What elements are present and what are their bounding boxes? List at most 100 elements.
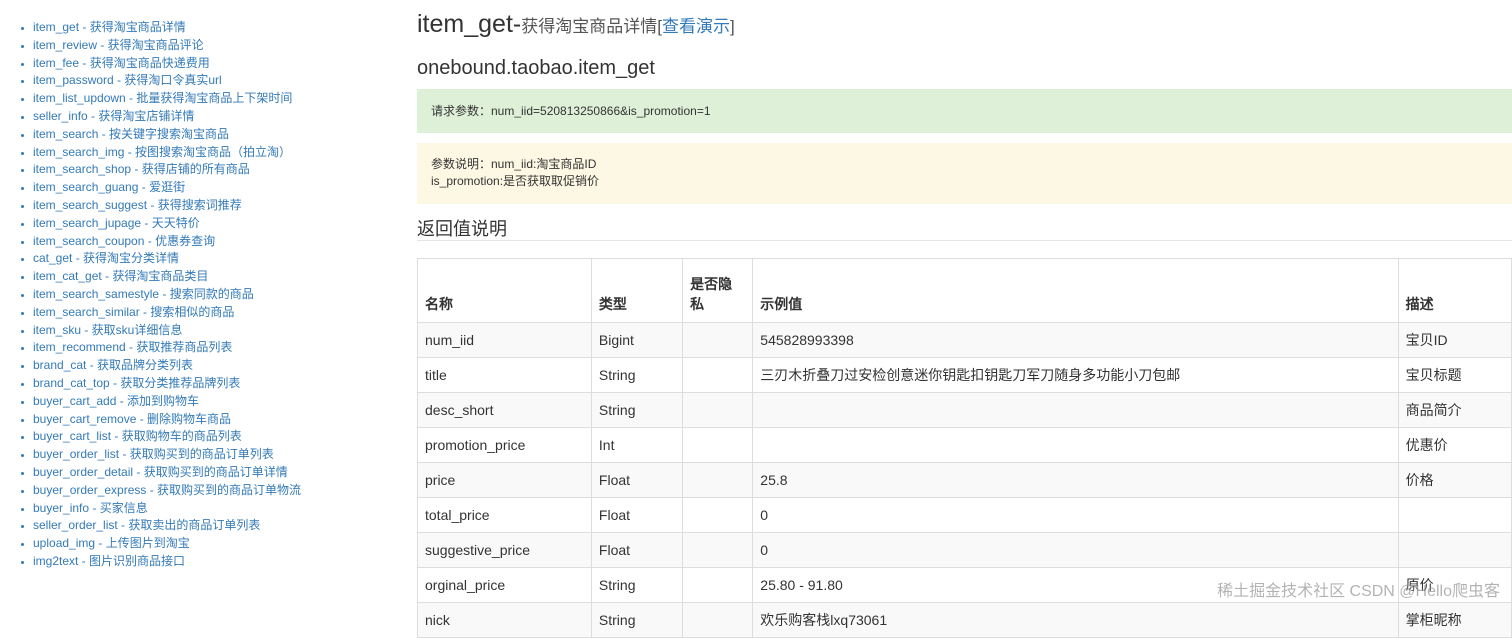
sidebar-link[interactable]: buyer_cart_list - 获取购物车的商品列表	[33, 429, 242, 443]
sidebar-link[interactable]: img2text - 图片识别商品接口	[33, 554, 185, 568]
sidebar-link[interactable]: seller_order_list - 获取卖出的商品订单列表	[33, 518, 260, 532]
sidebar-link[interactable]: item_list_updown - 批量获得淘宝商品上下架时间	[33, 91, 292, 105]
sidebar-link[interactable]: brand_cat_top - 获取分类推荐品牌列表	[33, 376, 240, 390]
sidebar-item: brand_cat - 获取品牌分类列表	[33, 357, 400, 375]
sidebar-link[interactable]: buyer_order_list - 获取购买到的商品订单列表	[33, 447, 274, 461]
table-cell: 0	[752, 532, 1399, 568]
sidebar-link[interactable]: buyer_order_detail - 获取购买到的商品订单详情	[33, 465, 288, 479]
table-cell: String	[590, 392, 684, 428]
sidebar-link[interactable]: item_review - 获得淘宝商品评论	[33, 38, 204, 52]
table-cell: 掌柜昵称	[1397, 602, 1512, 638]
sidebar-item: buyer_cart_list - 获取购物车的商品列表	[33, 428, 400, 446]
column-header: 是否隐私	[682, 258, 754, 323]
table-cell: 欢乐购客栈lxq73061	[752, 602, 1399, 638]
table-cell: Float	[590, 462, 684, 498]
heading-divider	[417, 240, 1512, 241]
sidebar-link[interactable]: item_search_img - 按图搜索淘宝商品（拍立淘）	[33, 145, 291, 159]
sidebar-link[interactable]: item_search_jupage - 天天特价	[33, 216, 200, 230]
sidebar-item: buyer_order_list - 获取购买到的商品订单列表	[33, 446, 400, 464]
table-row: title String 三刃木折叠刀过安检创意迷你钥匙扣钥匙刀军刀随身多功能小刀包…	[417, 357, 1512, 393]
sidebar-item: item_search_guang - 爱逛街	[33, 179, 400, 197]
sidebar-link[interactable]: item_get - 获得淘宝商品详情	[33, 20, 186, 34]
table-cell: 优惠价	[1397, 427, 1512, 463]
sidebar-item: item_cat_get - 获得淘宝商品类目	[33, 268, 400, 286]
table-header-row: 名称 类型 是否隐私 示例值 描述	[417, 258, 1512, 323]
table-cell: String	[590, 567, 684, 603]
sidebar-link[interactable]: upload_img - 上传图片到淘宝	[33, 536, 190, 550]
sidebar-link[interactable]: item_search_coupon - 优惠券查询	[33, 234, 215, 248]
sidebar-link[interactable]: item_fee - 获得淘宝商品快递费用	[33, 56, 210, 70]
table-cell: 25.8	[752, 462, 1399, 498]
sidebar-link[interactable]: buyer_info - 买家信息	[33, 501, 148, 515]
page-title-subtitle: 获得淘宝商品详情	[521, 17, 658, 36]
table-cell: 545828993398	[752, 322, 1399, 358]
request-params-box: 请求参数：num_iid=520813250866&is_promotion=1	[417, 89, 1512, 133]
sidebar-link[interactable]: seller_info - 获得淘宝店铺详情	[33, 109, 194, 123]
sidebar-item: item_get - 获得淘宝商品详情	[33, 19, 400, 37]
params-description-line: 参数说明：num_iid:淘宝商品ID	[431, 157, 597, 171]
sidebar-link[interactable]: item_password - 获得淘口令真实url	[33, 73, 222, 87]
bracket-close: ]	[729, 17, 735, 36]
sidebar-link[interactable]: item_cat_get - 获得淘宝商品类目	[33, 269, 208, 283]
column-header: 名称	[417, 258, 592, 323]
api-list: item_get - 获得淘宝商品详情 item_review - 获得淘宝商品评…	[0, 19, 400, 571]
sidebar-link[interactable]: buyer_order_express - 获取购买到的商品订单物流	[33, 483, 301, 497]
table-cell: desc_short	[417, 392, 592, 428]
sidebar-link[interactable]: brand_cat - 获取品牌分类列表	[33, 358, 193, 372]
sidebar-link[interactable]: item_recommend - 获取推荐商品列表	[33, 340, 232, 354]
sidebar-item: upload_img - 上传图片到淘宝	[33, 535, 400, 553]
table-cell: num_iid	[417, 322, 592, 358]
table-row: total_price Float 0	[417, 497, 1512, 533]
table-cell: Float	[590, 497, 684, 533]
sidebar-link[interactable]: item_search_guang - 爱逛街	[33, 180, 185, 194]
sidebar-item: buyer_cart_remove - 删除购物车商品	[33, 411, 400, 429]
page-title-main: item_get-	[417, 10, 522, 38]
table-cell: Int	[590, 427, 684, 463]
sidebar-link[interactable]: cat_get - 获得淘宝分类详情	[33, 251, 179, 265]
sidebar-item: buyer_info - 买家信息	[33, 500, 400, 518]
sidebar-link[interactable]: item_search_similar - 搜索相似的商品	[33, 305, 234, 319]
watermark: 稀土掘金技术社区 CSDN @Hello爬虫客	[1217, 583, 1500, 600]
view-demo-link[interactable]: 查看演示	[662, 17, 730, 36]
table-cell: 宝贝ID	[1397, 322, 1512, 358]
sidebar-link[interactable]: item_search_samestyle - 搜索同款的商品	[33, 287, 254, 301]
sidebar-link[interactable]: item_sku - 获取sku详细信息	[33, 323, 182, 337]
table-cell: title	[417, 357, 592, 393]
table-cell: String	[590, 357, 684, 393]
page-title: item_get-获得淘宝商品详情[查看演示]	[417, 10, 735, 39]
table-cell: 价格	[1397, 462, 1512, 498]
table-cell	[752, 392, 1399, 428]
sidebar-item: cat_get - 获得淘宝分类详情	[33, 250, 400, 268]
table-cell	[682, 532, 754, 568]
sidebar-item: item_search_suggest - 获得搜索词推荐	[33, 197, 400, 215]
sidebar-item: buyer_order_detail - 获取购买到的商品订单详情	[33, 464, 400, 482]
table-cell	[1397, 497, 1512, 533]
sidebar-link[interactable]: item_search_shop - 获得店铺的所有商品	[33, 162, 250, 176]
sidebar-link[interactable]: item_search - 按关键字搜索淘宝商品	[33, 127, 229, 141]
table-cell: promotion_price	[417, 427, 592, 463]
table-cell: Bigint	[590, 322, 684, 358]
sidebar-link[interactable]: buyer_cart_add - 添加到购物车	[33, 394, 199, 408]
sidebar-link[interactable]: item_search_suggest - 获得搜索词推荐	[33, 198, 242, 212]
sidebar-item: item_sku - 获取sku详细信息	[33, 322, 400, 340]
column-header: 描述	[1397, 258, 1512, 323]
sidebar-link[interactable]: buyer_cart_remove - 删除购物车商品	[33, 412, 231, 426]
table-cell	[1397, 532, 1512, 568]
sidebar-item: item_recommend - 获取推荐商品列表	[33, 339, 400, 357]
table-cell: Float	[590, 532, 684, 568]
table-cell: suggestive_price	[417, 532, 592, 568]
sidebar-item: seller_order_list - 获取卖出的商品订单列表	[33, 517, 400, 535]
sidebar-item: img2text - 图片识别商品接口	[33, 553, 400, 571]
params-description-box: 参数说明：num_iid:淘宝商品ID is_promotion:是否获取取促销…	[417, 143, 1512, 204]
table-cell	[682, 602, 754, 638]
table-cell	[682, 462, 754, 498]
sidebar-item: item_search_coupon - 优惠券查询	[33, 233, 400, 251]
sidebar-item: item_search - 按关键字搜索淘宝商品	[33, 126, 400, 144]
api-method-name: onebound.taobao.item_get	[417, 57, 655, 79]
table-cell: total_price	[417, 497, 592, 533]
table-row: desc_short String 商品简介	[417, 392, 1512, 428]
sidebar-item: item_list_updown - 批量获得淘宝商品上下架时间	[33, 90, 400, 108]
table-cell: orginal_price	[417, 567, 592, 603]
sidebar-item: item_search_similar - 搜索相似的商品	[33, 304, 400, 322]
table-cell	[682, 392, 754, 428]
